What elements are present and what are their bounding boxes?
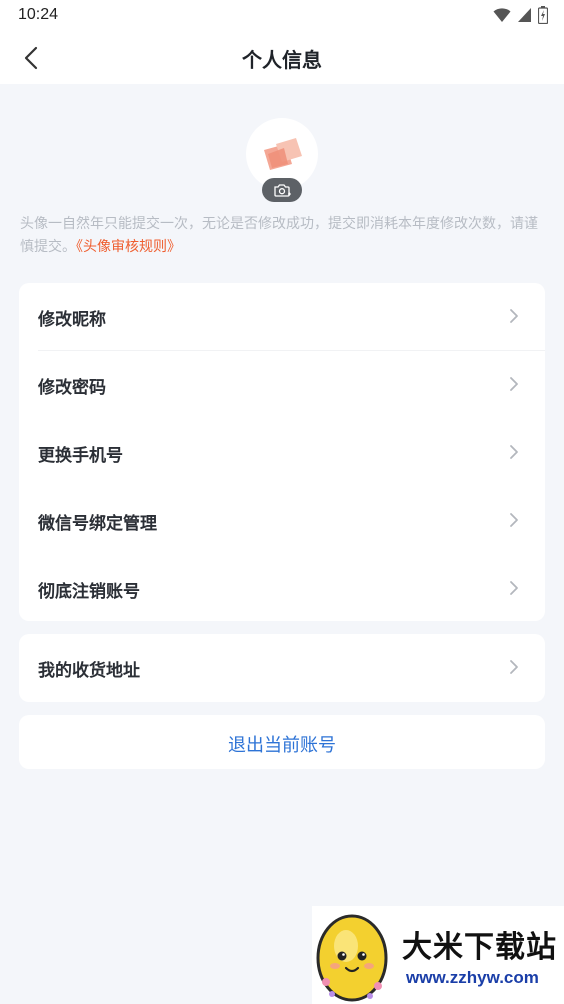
chevron-right-icon bbox=[510, 660, 518, 674]
status-bar: 10:24 bbox=[0, 0, 564, 32]
chevron-right-icon bbox=[510, 309, 518, 323]
change-avatar-button[interactable] bbox=[262, 178, 302, 202]
cellular-signal-icon bbox=[518, 8, 531, 22]
settings-item-wechat-binding[interactable]: 微信号绑定管理 bbox=[19, 487, 545, 555]
page-title: 个人信息 bbox=[242, 48, 322, 72]
settings-item-label: 更换手机号 bbox=[38, 446, 123, 466]
wifi-icon bbox=[493, 8, 511, 22]
settings-item-change-password[interactable]: 修改密码 bbox=[19, 351, 545, 419]
settings-item-label: 微信号绑定管理 bbox=[38, 514, 157, 534]
settings-item-label: 修改昵称 bbox=[38, 310, 106, 330]
settings-item-shipping-address[interactable]: 我的收货地址 bbox=[19, 634, 545, 702]
chevron-right-icon bbox=[510, 581, 518, 595]
watermark: 大米下载站 www.zzhyw.com bbox=[312, 906, 564, 1004]
battery-icon bbox=[538, 6, 548, 24]
logout-button[interactable]: 退出当前账号 bbox=[19, 715, 545, 769]
camera-add-icon bbox=[274, 183, 291, 197]
settings-item-label: 彻底注销账号 bbox=[38, 582, 140, 602]
avatar-notice: 头像一自然年只能提交一次，无论是否修改成功，提交即消耗本年度修改次数，请谨慎提交… bbox=[20, 213, 548, 259]
settings-card: 修改昵称 修改密码 更换手机号 微信号绑定管理 彻底注销账号 bbox=[19, 283, 545, 621]
watermark-url: www.zzhyw.com bbox=[406, 968, 539, 987]
watermark-name: 大米下载站 bbox=[402, 930, 557, 965]
avatar-rules-link[interactable]: 《头像审核规则》 bbox=[76, 239, 181, 255]
logout-label: 退出当前账号 bbox=[228, 735, 336, 756]
settings-item-label: 修改密码 bbox=[38, 378, 106, 398]
chevron-right-icon bbox=[510, 513, 518, 527]
mascot-logo-icon bbox=[316, 914, 388, 1002]
settings-item-delete-account[interactable]: 彻底注销账号 bbox=[19, 555, 545, 623]
chevron-right-icon bbox=[510, 445, 518, 459]
nav-bar: 个人信息 bbox=[0, 32, 564, 84]
status-icons bbox=[493, 6, 548, 24]
status-time: 10:24 bbox=[18, 6, 59, 23]
settings-item-label: 我的收货地址 bbox=[38, 661, 140, 681]
settings-item-change-nickname[interactable]: 修改昵称 bbox=[19, 283, 545, 351]
address-card: 我的收货地址 bbox=[19, 634, 545, 702]
settings-item-change-phone[interactable]: 更换手机号 bbox=[19, 419, 545, 487]
chevron-right-icon bbox=[510, 377, 518, 391]
